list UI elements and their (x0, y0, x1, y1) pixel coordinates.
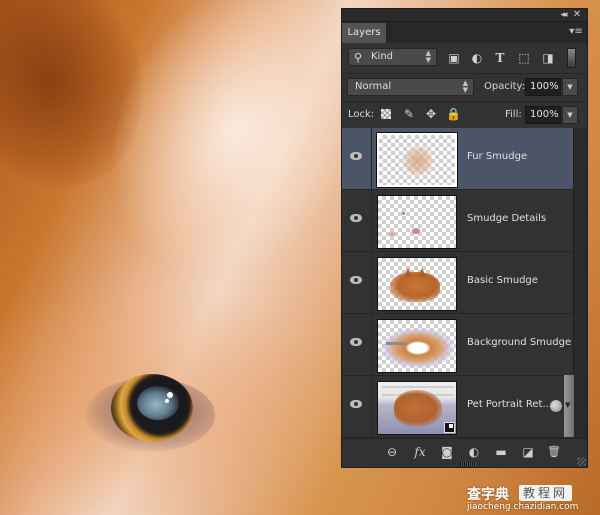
updown-arrows-icon: ▲ ▼ (425, 49, 431, 64)
lock-row: Lock: ✎ ✥ 🔒 Fill: 100% ▼ (342, 102, 587, 129)
layers-panel: ◂◂ ✕ Layers ▾≡ ⚲ Kind ▲ ▼ ▣ ◐ T ⬚ ◨ Norma… (341, 8, 588, 468)
panel-tab-bar: Layers ▾≡ (342, 22, 587, 43)
dog-ear (418, 268, 426, 277)
fill-label: Fill: (505, 109, 522, 120)
lock-position-move-icon[interactable]: ✥ (424, 107, 438, 121)
layers-footer-toolbar: ⊖ fx ◙ ◐ ▬ ◪ 🗑 (342, 438, 587, 467)
blend-mode-value: Normal (355, 81, 392, 92)
tab-layers[interactable]: Layers (342, 23, 387, 43)
painted-dog-eye (85, 372, 215, 452)
visibility-column (342, 314, 372, 375)
filter-row: ⚲ Kind ▲ ▼ ▣ ◐ T ⬚ ◨ (342, 43, 587, 74)
detail-strokes (412, 228, 420, 234)
visibility-column (342, 252, 372, 313)
scroll-down-arrow-icon[interactable]: ▼ (565, 401, 570, 409)
dog-photo (394, 390, 442, 426)
panel-menu-icon[interactable]: ▾≡ (569, 26, 583, 38)
layer-thumbnail (377, 381, 457, 435)
dog-silhouette (390, 272, 440, 302)
eye-reflection (137, 386, 179, 420)
watermark-url: jiaocheng.chazidian.com (467, 502, 579, 512)
search-icon: ⚲ (354, 51, 363, 64)
panel-resize-grip[interactable] (460, 462, 476, 466)
linked-object-icon (550, 400, 562, 412)
close-panel-button[interactable]: ✕ (571, 9, 583, 21)
eye-visibility-icon[interactable] (350, 338, 362, 346)
eye-glint (165, 399, 169, 403)
watermark-box-text: 教程网 (519, 485, 573, 501)
layer-name[interactable]: Fur Smudge (467, 151, 527, 162)
smart-object-filter-icon[interactable]: ◨ (541, 51, 555, 65)
type-filter-icon[interactable]: T (493, 51, 507, 65)
shape-filter-icon[interactable]: ⬚ (517, 51, 531, 65)
layer-name[interactable]: Smudge Details (467, 213, 546, 224)
layer-thumbnail (377, 257, 457, 311)
filter-kind-select[interactable]: ⚲ Kind ▲ ▼ (348, 48, 437, 66)
layer-row-basic-smudge[interactable]: Basic Smudge (342, 252, 573, 314)
add-layer-style-fx-icon[interactable]: fx (412, 445, 428, 459)
lock-transparent-pixels-icon[interactable] (381, 109, 391, 119)
layer-row-fur-smudge[interactable]: Fur Smudge (342, 128, 573, 190)
fill-dropdown-button[interactable]: ▼ (562, 106, 578, 124)
layer-thumbnail (376, 132, 458, 188)
opacity-dropdown-button[interactable]: ▼ (562, 78, 578, 96)
link-layers-icon[interactable]: ⊖ (384, 445, 400, 459)
filter-kind-label: Kind (371, 51, 394, 62)
eye-visibility-icon[interactable] (350, 400, 362, 408)
layer-name[interactable]: Background Smudge (467, 337, 571, 348)
visibility-column (342, 190, 372, 251)
collapse-panel-button[interactable]: ◂◂ (557, 9, 569, 21)
eye-glint (167, 392, 173, 398)
new-group-folder-icon[interactable]: ▬ (493, 445, 509, 459)
lock-label: Lock: (348, 109, 375, 120)
image-filter-icon[interactable]: ▣ (447, 51, 461, 65)
layer-thumbnail (377, 319, 457, 373)
eye-visibility-icon[interactable] (350, 214, 362, 222)
layers-scrollbar-track[interactable] (573, 128, 587, 439)
new-adjustment-layer-icon[interactable]: ◐ (466, 445, 482, 459)
detail-strokes (388, 232, 396, 236)
layer-name[interactable]: Basic Smudge (467, 275, 538, 286)
add-layer-mask-icon[interactable]: ◙ (439, 445, 455, 459)
fill-input[interactable]: 100% (525, 106, 561, 124)
watermark: 查字典 教程网 jiaocheng.chazidian.com (467, 484, 587, 514)
eye-visibility-icon[interactable] (350, 276, 362, 284)
layer-row-smudge-details[interactable]: Smudge Details (342, 190, 573, 252)
filter-toggle-switch[interactable] (567, 48, 576, 68)
blend-row: Normal ▲ ▼ Opacity: 100% ▼ (342, 74, 587, 102)
delete-layer-trash-icon[interactable]: 🗑 (546, 445, 562, 459)
visibility-column (342, 128, 372, 189)
fur-smudge-strokes (401, 147, 435, 175)
lock-all-padlock-icon[interactable]: 🔒 (446, 107, 461, 121)
detail-strokes (402, 212, 405, 215)
watermark-brand: 查字典 (467, 487, 509, 503)
opacity-label: Opacity: (484, 81, 526, 92)
layer-thumbnail (377, 195, 457, 249)
layer-row-background-smudge[interactable]: Background Smudge (342, 314, 573, 376)
visibility-column (342, 376, 372, 437)
dog-ear (404, 268, 412, 277)
layers-list: Fur Smudge Smudge Details Basic Smudge B… (342, 128, 573, 439)
layer-row-pet-portrait[interactable]: Pet Portrait Ret... (342, 376, 573, 438)
eye-visibility-icon[interactable] (350, 152, 362, 160)
opacity-input[interactable]: 100% (525, 78, 561, 96)
background-strokes (386, 342, 406, 345)
updown-arrows-icon: ▲ ▼ (462, 79, 468, 94)
blend-mode-select[interactable]: Normal ▲ ▼ (347, 78, 474, 96)
layer-name[interactable]: Pet Portrait Ret... (467, 399, 552, 410)
new-layer-icon[interactable]: ◪ (520, 445, 536, 459)
adjustment-filter-icon[interactable]: ◐ (470, 51, 484, 65)
lock-image-pixels-brush-icon[interactable]: ✎ (402, 107, 416, 121)
background-strokes (382, 328, 454, 368)
panel-corner-resize-handle[interactable] (577, 457, 586, 466)
photo-wall-stripe (382, 386, 454, 388)
panel-title-bar[interactable]: ◂◂ ✕ (342, 9, 587, 22)
smart-object-badge-icon (444, 422, 455, 433)
